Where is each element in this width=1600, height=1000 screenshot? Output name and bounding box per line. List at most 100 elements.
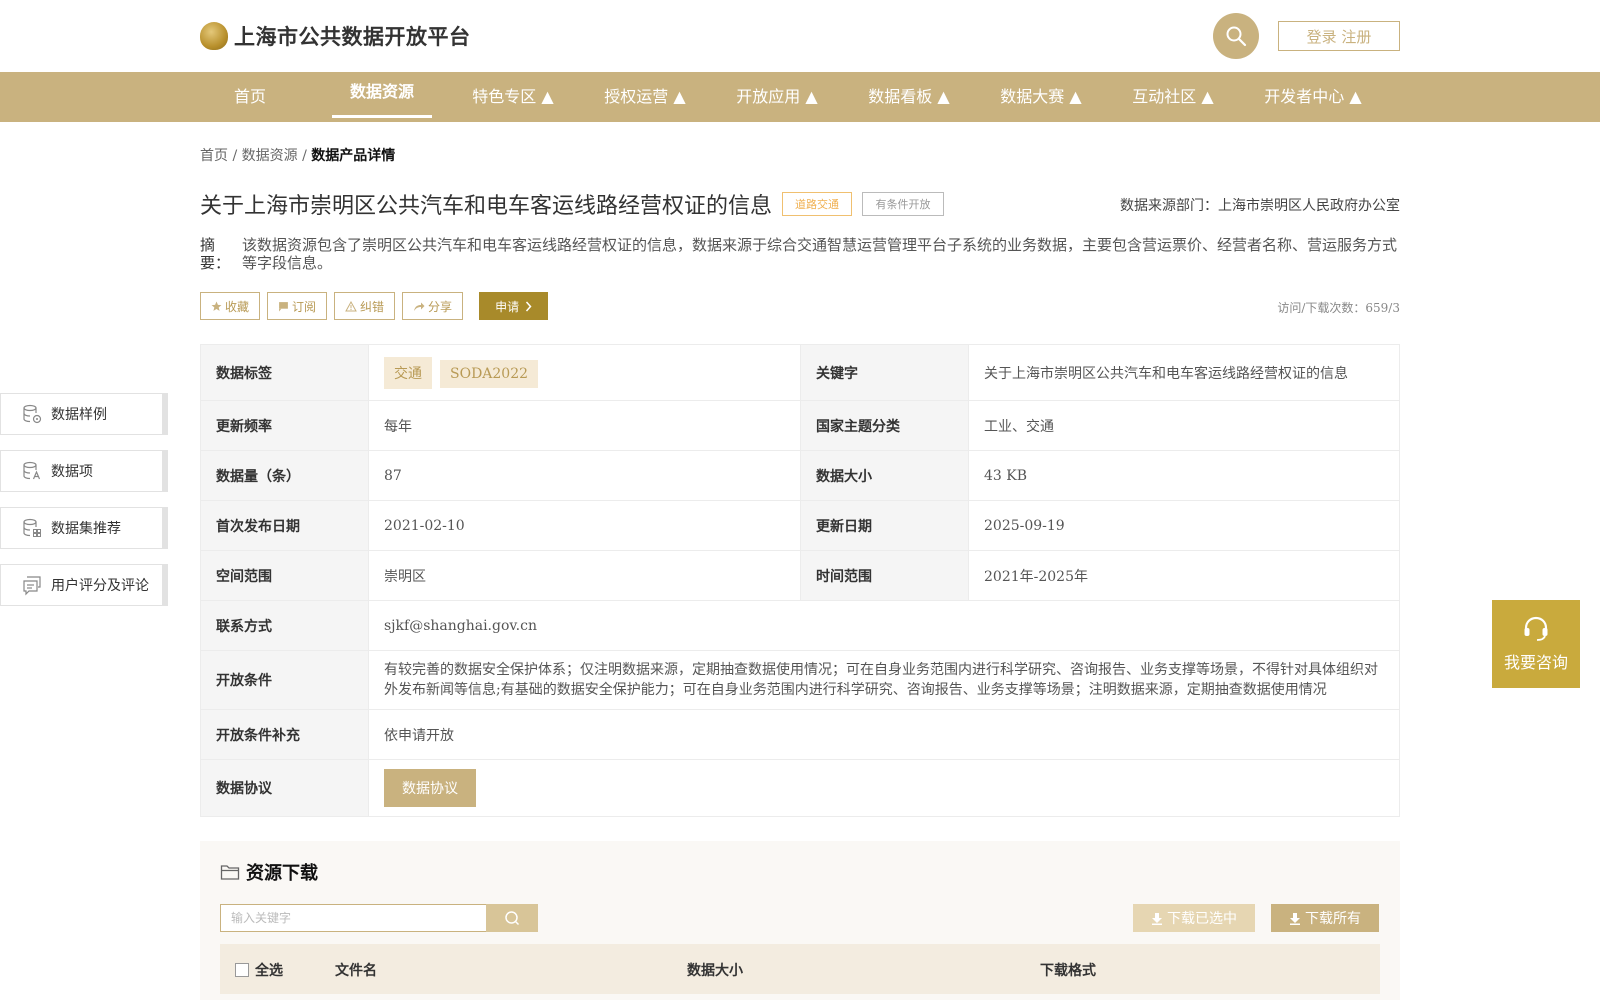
select-all-checkbox[interactable]: [235, 963, 249, 977]
source-department: 数据来源部门：上海市崇明区人民政府办公室: [1120, 198, 1400, 214]
visit-download-count: 访问/下载次数：659/3: [1277, 301, 1400, 315]
nav-community[interactable]: 互动社区 ▲: [1122, 72, 1224, 122]
theme-value: 工业、交通: [968, 400, 1400, 451]
table-row: 更新频率 每年 国家主题分类 工业、交通: [200, 400, 1400, 451]
subscribe-button[interactable]: 订阅: [267, 292, 328, 320]
time-range-value: 2021年-2025年: [968, 550, 1400, 601]
data-tag-chip[interactable]: SODA2022: [440, 359, 539, 388]
table-row: 空间范围 崇明区 时间范围 2021年-2025年: [200, 550, 1400, 601]
headset-icon: [1524, 616, 1548, 641]
breadcrumb-home[interactable]: 首页: [200, 148, 228, 164]
first-release-label: 首次发布日期: [200, 500, 369, 551]
file-search-input[interactable]: 输入关键字: [220, 904, 487, 932]
nav-home[interactable]: 首页: [210, 72, 290, 122]
site-title: 上海市公共数据开放平台: [234, 24, 471, 49]
download-icon: [1152, 912, 1162, 925]
count-label: 数据量（条）: [200, 450, 369, 501]
warning-icon: [345, 300, 357, 311]
top-header: 上海市公共数据开放平台 登录 注册: [0, 0, 1600, 72]
sidebar-item-ratings-comments[interactable]: 用户评分及评论: [0, 564, 168, 606]
time-range-label: 时间范围: [800, 550, 969, 601]
frequency-label: 更新频率: [200, 400, 369, 451]
share-arrow-icon: [414, 302, 425, 311]
nav-open-apps[interactable]: 开放应用 ▲: [726, 72, 828, 122]
share-button[interactable]: 分享: [402, 292, 464, 320]
download-icon: [1290, 912, 1300, 925]
breadcrumb-section[interactable]: 数据资源: [242, 148, 298, 164]
keyword-value: 关于上海市崇明区公共汽车和电车客运线路经营权证的信息: [968, 344, 1400, 401]
sidebar-item-data-fields[interactable]: 数据项: [0, 450, 168, 492]
update-date-label: 更新日期: [800, 500, 969, 551]
chevron-right-icon: [526, 301, 532, 311]
theme-label: 国家主题分类: [800, 400, 969, 451]
breadcrumb-current: 数据产品详情: [311, 148, 396, 164]
keyword-label: 关键字: [800, 344, 969, 401]
select-all-column[interactable]: 全选: [235, 960, 283, 980]
category-tag[interactable]: 道路交通: [782, 192, 852, 216]
nav-developer-center[interactable]: 开发者中心 ▲: [1254, 72, 1372, 122]
filename-column-header: 文件名: [335, 963, 377, 979]
space-range-label: 空间范围: [200, 550, 369, 601]
nav-authorized-operation[interactable]: 授权运营 ▲: [594, 72, 696, 122]
download-selected-button[interactable]: 下载已选中: [1133, 904, 1255, 932]
contact-value[interactable]: sjkf@shanghai.gov.cn: [368, 600, 1400, 651]
table-row: 开放条件 有较完善的数据安全保护体系；仅注明数据来源，定期抽查数据使用情况；可在…: [200, 650, 1400, 710]
open-condition-label: 开放条件: [200, 650, 369, 710]
search-icon: [505, 911, 520, 926]
abstract-text: 该数据资源包含了崇明区公共汽车和电车客运线路经营权证的信息，数据来源于综合交通智…: [242, 236, 1398, 272]
protocol-cell: 数据协议: [368, 759, 1400, 817]
open-condition-extra-label: 开放条件补充: [200, 709, 369, 760]
login-register-button[interactable]: 登录 注册: [1278, 21, 1400, 51]
main-nav: 首页 数据资源 特色专区 ▲ 授权运营 ▲ 开放应用 ▲ 数据看板 ▲ 数据大赛…: [0, 72, 1600, 122]
count-value: 87: [368, 450, 801, 501]
size-column-header: 数据大小: [687, 963, 743, 979]
data-protocol-button[interactable]: 数据协议: [384, 769, 476, 807]
nav-data-dashboard[interactable]: 数据看板 ▲: [858, 72, 960, 122]
open-condition-value: 有较完善的数据安全保护体系；仅注明数据来源，定期抽查数据使用情况；可在自身业务范…: [368, 650, 1400, 710]
frequency-value: 每年: [368, 400, 801, 451]
protocol-label: 数据协议: [200, 759, 369, 817]
folder-icon: [220, 865, 240, 880]
download-all-button[interactable]: 下载所有: [1271, 904, 1379, 932]
table-row: 首次发布日期 2021-02-10 更新日期 2025-09-19: [200, 500, 1400, 551]
nav-data-contest[interactable]: 数据大赛 ▲: [990, 72, 1092, 122]
comment-icon: [23, 576, 41, 596]
nav-data-resources[interactable]: 数据资源: [332, 72, 432, 118]
table-row: 开放条件补充 依申请开放: [200, 709, 1400, 760]
size-value: 43 KB: [968, 450, 1400, 501]
format-column-header: 下载格式: [1040, 963, 1096, 979]
file-search-button[interactable]: [486, 904, 538, 932]
tags-cell: 交通 SODA2022: [368, 344, 801, 401]
search-button[interactable]: [1213, 13, 1259, 59]
report-error-button[interactable]: 纠错: [334, 292, 396, 320]
table-row: 数据量（条） 87 数据大小 43 KB: [200, 450, 1400, 501]
space-range-value: 崇明区: [368, 550, 801, 601]
open-type-tag: 有条件开放: [862, 192, 944, 216]
search-icon: [1226, 26, 1247, 47]
file-table-header: 全选 文件名 数据大小 下载格式: [220, 944, 1380, 994]
table-row: 联系方式 sjkf@shanghai.gov.cn: [200, 600, 1400, 651]
apply-button[interactable]: 申请: [479, 292, 549, 320]
sidebar-item-data-sample[interactable]: 数据样例: [0, 393, 168, 435]
download-section-title: 资源下载: [220, 859, 318, 885]
update-date-value: 2025-09-19: [968, 500, 1400, 551]
breadcrumb: 首页 / 数据资源 / 数据产品详情: [200, 148, 396, 164]
consult-button[interactable]: 我要咨询: [1492, 600, 1580, 688]
first-release-value: 2021-02-10: [368, 500, 801, 551]
data-tag-chip[interactable]: 交通: [384, 356, 432, 389]
table-row: 数据协议 数据协议: [200, 759, 1400, 817]
open-condition-extra-value: 依申请开放: [368, 709, 1400, 760]
database-sample-icon: [23, 404, 42, 424]
site-logo[interactable]: 上海市公共数据开放平台: [200, 20, 471, 52]
database-recommend-icon: [23, 518, 41, 537]
logo-emblem-icon: [200, 22, 228, 50]
nav-special-zones[interactable]: 特色专区 ▲: [462, 72, 564, 122]
bookmark-flag-icon: [279, 301, 288, 311]
database-fields-icon: [23, 461, 41, 480]
tags-label: 数据标签: [200, 344, 369, 401]
favorite-button[interactable]: 收藏: [200, 292, 261, 320]
page-title: 关于上海市崇明区公共汽车和电车客运线路经营权证的信息: [200, 194, 773, 219]
contact-label: 联系方式: [200, 600, 369, 651]
dataset-info-table: 数据标签 交通 SODA2022 关键字 关于上海市崇明区公共汽车和电车客运线路经…: [200, 344, 1400, 817]
sidebar-item-dataset-recommend[interactable]: 数据集推荐: [0, 507, 168, 549]
